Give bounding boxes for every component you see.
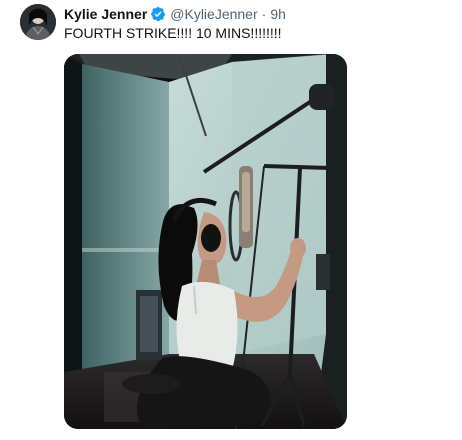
tweet-card[interactable]: Kylie Jenner @KylieJenner · 9h FOURTH ST…: [0, 0, 462, 440]
header-separator: ·: [261, 6, 267, 22]
verified-badge-icon: [151, 6, 166, 22]
tweet-timestamp[interactable]: 9h: [270, 5, 286, 23]
author-avatar[interactable]: [20, 4, 56, 40]
tweet-header: Kylie Jenner @KylieJenner · 9h: [64, 4, 452, 24]
tweet-media-photo[interactable]: [64, 54, 347, 429]
author-handle[interactable]: @KylieJenner: [170, 5, 257, 23]
tweet-text: FOURTH STRIKE!!!! 10 MINS!!!!!!!!: [64, 25, 282, 41]
profile-avatar-icon: [20, 4, 56, 40]
studio-photo-icon: [64, 54, 347, 429]
author-display-name[interactable]: Kylie Jenner: [64, 5, 147, 23]
